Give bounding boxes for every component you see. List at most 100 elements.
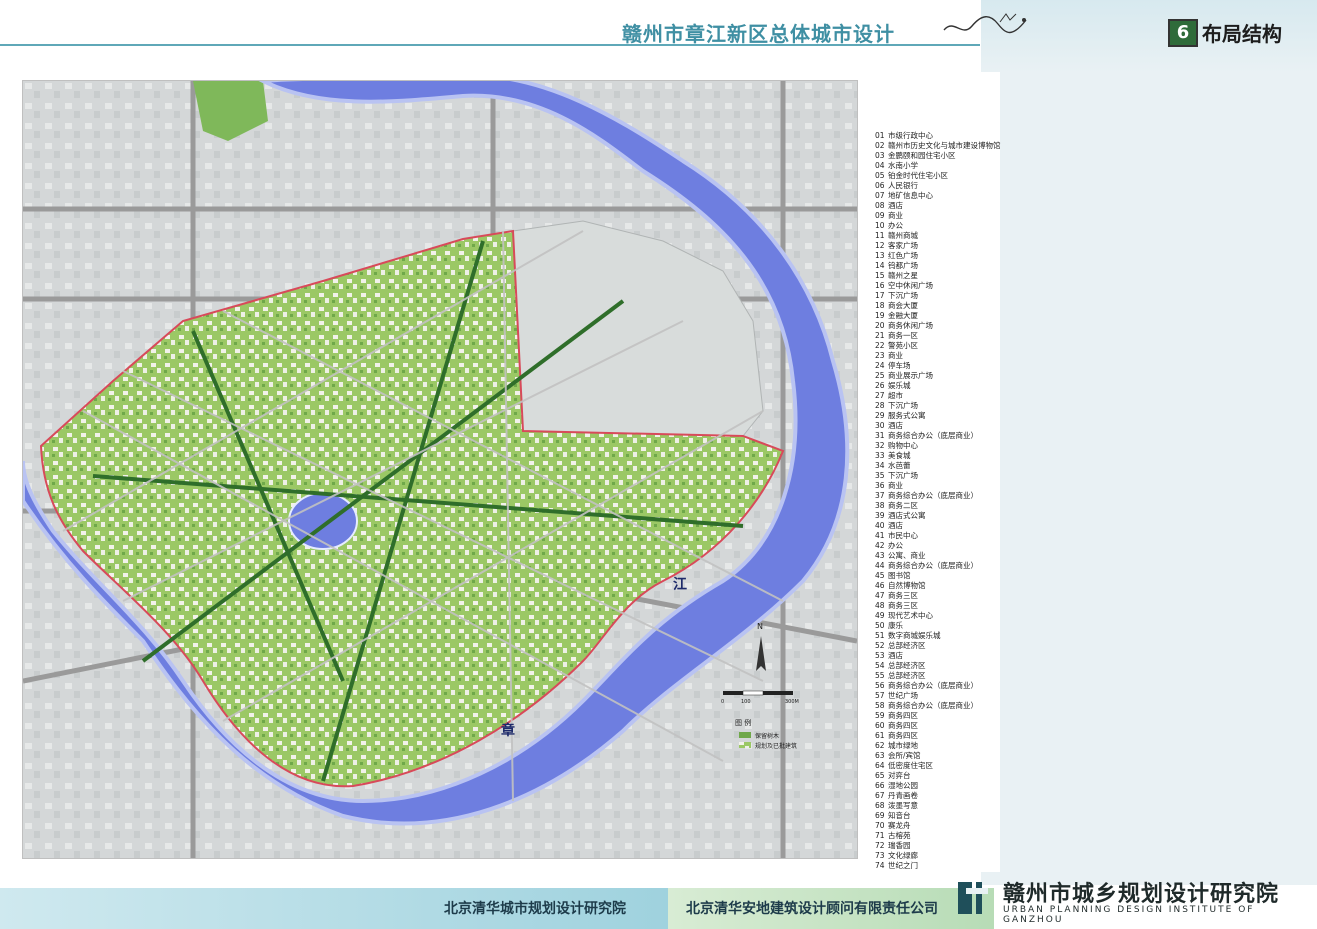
legend-item-number: 12 [875, 241, 885, 250]
legend-item-label: 办公 [888, 541, 903, 550]
legend-item: 03 金鹏颐和园住宅小区 [875, 151, 985, 161]
legend-item-label: 商会大厦 [888, 301, 918, 310]
legend-item-label: 商务四区 [888, 731, 918, 740]
legend-item: 24 停车场 [875, 361, 985, 371]
legend-item-label: 世纪之门 [888, 861, 918, 870]
legend-item: 21 商务一区 [875, 331, 985, 341]
svg-text:规划及已批建筑: 规划及已批建筑 [755, 742, 797, 750]
legend-item-label: 购物中心 [888, 441, 918, 450]
legend-item-label: 商务一区 [888, 331, 918, 340]
legend-item: 62 城市绿地 [875, 741, 985, 751]
legend-item-number: 72 [875, 841, 885, 850]
river-label-jiang: 江 [673, 576, 687, 593]
legend-item-label: 地矿信息中心 [888, 191, 933, 200]
legend-item-label: 商业展示广场 [888, 371, 933, 380]
legend-item-label: 图书馆 [888, 571, 911, 580]
legend-item: 25 商业展示广场 [875, 371, 985, 381]
legend-item: 32 购物中心 [875, 441, 985, 451]
legend-item-label: 丹青画卷 [888, 791, 918, 800]
legend-item-label: 酒店 [888, 651, 903, 660]
legend-item-label: 钨都广场 [888, 261, 918, 270]
legend-item: 45 图书馆 [875, 571, 985, 581]
legend-item-label: 文化绿廊 [888, 851, 918, 860]
legend-item-label: 世纪广场 [888, 691, 918, 700]
legend-item: 52 总部经济区 [875, 641, 985, 651]
legend-item-number: 64 [875, 761, 885, 770]
legend-item: 47 商务三区 [875, 591, 985, 601]
svg-text:0: 0 [721, 699, 724, 705]
legend-item: 11 赣州商城 [875, 231, 985, 241]
legend-item-number: 36 [875, 481, 885, 490]
legend-item-label: 康乐 [888, 621, 903, 630]
legend-item: 64 低密度住宅区 [875, 761, 985, 771]
legend-item-number: 44 [875, 561, 885, 570]
legend-item: 22 警苑小区 [875, 341, 985, 351]
legend-item-label: 铂金时代住宅小区 [888, 171, 948, 180]
legend-item-number: 13 [875, 251, 885, 260]
legend-item-label: 酒店 [888, 521, 903, 530]
legend-item: 04 水南小学 [875, 161, 985, 171]
legend-item-number: 15 [875, 271, 885, 280]
legend-item-label: 办公 [888, 221, 903, 230]
legend-item: 60 商务四区 [875, 721, 985, 731]
legend-item-label: 赣州之星 [888, 271, 918, 280]
legend-item-label: 知音台 [888, 811, 911, 820]
legend-item-label: 数字商城娱乐城 [888, 631, 941, 640]
footer-org-2: 北京清华安地建筑设计顾问有限责任公司 [686, 901, 938, 917]
legend-item: 70 赛龙舟 [875, 821, 985, 831]
legend-item-label: 人民银行 [888, 181, 918, 190]
legend-item-number: 30 [875, 421, 885, 430]
legend-item: 72 瑞香园 [875, 841, 985, 851]
legend-item: 66 湿地公园 [875, 781, 985, 791]
legend-item-label: 自然博物馆 [888, 581, 926, 590]
legend-item-label: 水芭蕾 [888, 461, 911, 470]
legend-item-label: 商务三区 [888, 591, 918, 600]
legend-item: 33 美食城 [875, 451, 985, 461]
legend-item: 30 酒店 [875, 421, 985, 431]
legend-item-label: 总部经济区 [888, 671, 926, 680]
legend-item-number: 18 [875, 301, 885, 310]
legend-item-number: 47 [875, 591, 885, 600]
legend-item-number: 61 [875, 731, 885, 740]
legend-item-label: 赣州商城 [888, 231, 918, 240]
legend-item-number: 20 [875, 321, 885, 330]
legend-item-number: 06 [875, 181, 885, 190]
legend-item-number: 37 [875, 491, 885, 500]
master-plan-map[interactable]: 江 章 N 0 100 300M 图 例 保留树木 规划及已批建筑 [22, 80, 858, 859]
legend-item-number: 01 [875, 131, 885, 140]
legend-item: 38 商务二区 [875, 501, 985, 511]
legend-item-label: 湿地公园 [888, 781, 918, 790]
legend-item-number: 31 [875, 431, 885, 440]
legend-item: 13 红色广场 [875, 251, 985, 261]
legend-item: 29 服务式公寓 [875, 411, 985, 421]
legend-item: 65 对弈台 [875, 771, 985, 781]
right-band [981, 0, 1317, 885]
section-number: 6 [1168, 19, 1198, 47]
legend-item: 26 娱乐城 [875, 381, 985, 391]
project-title: 赣州市章江新区总体城市设计 [622, 22, 895, 46]
legend-item: 34 水芭蕾 [875, 461, 985, 471]
legend-item: 10 办公 [875, 221, 985, 231]
legend-item: 71 古榕苑 [875, 831, 985, 841]
legend-item-label: 总部经济区 [888, 641, 926, 650]
legend-item-label: 赛龙舟 [888, 821, 911, 830]
legend-item-label: 市民中心 [888, 531, 918, 540]
legend-item-number: 41 [875, 531, 885, 540]
svg-text:300M: 300M [785, 699, 799, 705]
legend-item-label: 城市绿地 [888, 741, 918, 750]
legend-item: 15 赣州之星 [875, 271, 985, 281]
legend-item-number: 07 [875, 191, 885, 200]
legend-item: 07 地矿信息中心 [875, 191, 985, 201]
legend-item-number: 74 [875, 861, 885, 870]
legend-item-number: 34 [875, 461, 885, 470]
legend-item: 59 商务四区 [875, 711, 985, 721]
map-canvas: 江 章 N 0 100 300M 图 例 保留树木 规划及已批建筑 [23, 81, 857, 858]
legend-item: 46 自然博物馆 [875, 581, 985, 591]
legend-item-label: 商务四区 [888, 721, 918, 730]
legend-item-number: 63 [875, 751, 885, 760]
legend-item-number: 62 [875, 741, 885, 750]
legend-item: 02 赣州市历史文化与城市建设博物馆 [875, 141, 1001, 151]
legend-item: 50 康乐 [875, 621, 985, 631]
legend-item: 74 世纪之门 [875, 861, 985, 871]
legend-item: 09 商业 [875, 211, 985, 221]
